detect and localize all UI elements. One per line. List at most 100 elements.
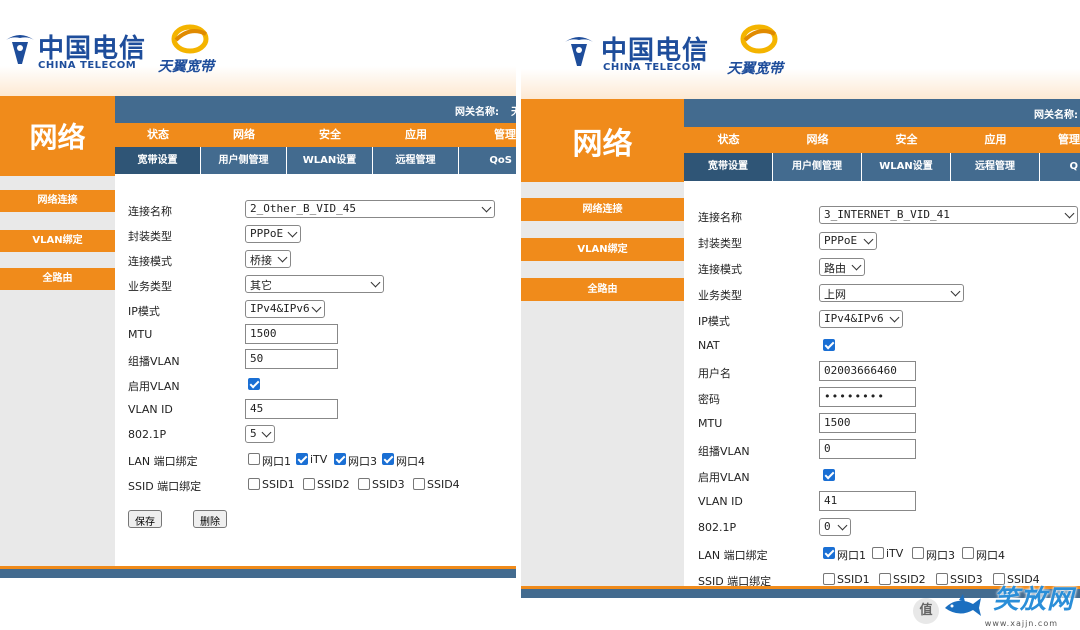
lan-itv-label: iTV <box>886 547 904 560</box>
ssid2-label: SSID2 <box>317 478 350 491</box>
chevron-down-icon <box>950 286 961 297</box>
footer-bar <box>0 566 516 578</box>
menu-security[interactable]: 安全 <box>862 127 951 153</box>
mcast-vlan-input[interactable]: 0 <box>819 439 916 459</box>
username-input[interactable]: 02003666460 <box>819 361 916 381</box>
menu-network[interactable]: 网络 <box>773 127 862 153</box>
sidebar: 网络连接 VLAN绑定 全路由 <box>521 182 684 586</box>
lan-itv-checkbox[interactable] <box>872 547 884 559</box>
enable-vlan-checkbox[interactable] <box>248 378 260 390</box>
ssid1-checkbox[interactable] <box>823 573 835 585</box>
mode-select[interactable]: 路由 <box>819 258 865 276</box>
mcast-vlan-label: 组播VLAN <box>698 445 750 458</box>
main-menu: 状态 网络 安全 应用 管理 <box>115 123 516 147</box>
enable-vlan-label: 启用VLAN <box>128 380 180 393</box>
menu-manage[interactable]: 管理 <box>459 123 516 147</box>
service-select[interactable]: 上网 <box>819 284 964 302</box>
ssid3-checkbox[interactable] <box>358 478 370 490</box>
tab-remote[interactable]: 远程管理 <box>373 147 459 174</box>
mtu-input[interactable]: 1500 <box>819 413 916 433</box>
lan-port4-label: 网口4 <box>976 549 1005 562</box>
menu-status[interactable]: 状态 <box>115 123 201 147</box>
chevron-down-icon <box>863 234 874 245</box>
chevron-down-icon <box>370 277 381 288</box>
tianyi-cn: 天翼宽带 <box>158 59 214 75</box>
conn-name-select[interactable]: 2_Other_B_VID_45 <box>245 200 495 218</box>
watermark-url: www.xajjn.com <box>984 619 1058 628</box>
connection-form: 连接名称 3_INTERNET_B_VID_41 封装类型 PPPoE 连接模式… <box>684 182 1080 588</box>
lan-port4-checkbox[interactable] <box>382 453 394 465</box>
watermark: 值 笑放网 www.xajjn.com <box>905 578 1080 630</box>
sidebar-item-network-connection[interactable]: 网络连接 <box>521 198 684 221</box>
conn-name-select[interactable]: 3_INTERNET_B_VID_41 <box>819 206 1078 224</box>
lan-itv-checkbox[interactable] <box>296 453 308 465</box>
menu-security[interactable]: 安全 <box>287 123 373 147</box>
lan-port1-checkbox[interactable] <box>248 453 260 465</box>
service-select[interactable]: 其它 <box>245 275 384 293</box>
mode-select[interactable]: 桥接 <box>245 250 291 268</box>
enable-vlan-checkbox[interactable] <box>823 469 835 481</box>
ssid4-checkbox[interactable] <box>413 478 425 490</box>
sidebar-item-network-connection[interactable]: 网络连接 <box>0 190 115 212</box>
mode-label: 连接模式 <box>128 255 172 268</box>
vlan-id-input[interactable]: 41 <box>819 491 916 511</box>
china-telecom-logo-icon <box>6 35 34 64</box>
ssid4-label: SSID4 <box>427 478 460 491</box>
chevron-down-icon <box>851 260 862 271</box>
lan-port3-checkbox[interactable] <box>334 453 346 465</box>
8021p-label: 802.1P <box>128 428 167 441</box>
tianyi-logo-icon <box>171 24 209 54</box>
lan-bind-label: LAN 端口绑定 <box>698 549 768 562</box>
logo-banner: 中国电信 CHINA TELECOM 天翼宽带 <box>521 0 1080 99</box>
mtu-input[interactable]: 1500 <box>245 324 338 344</box>
lan-port3-checkbox[interactable] <box>912 547 924 559</box>
ssid1-checkbox[interactable] <box>248 478 260 490</box>
menu-network[interactable]: 网络 <box>201 123 287 147</box>
china-telecom-logo-icon <box>565 37 593 66</box>
tab-user-side[interactable]: 用户侧管理 <box>773 153 862 181</box>
lan-port4-checkbox[interactable] <box>962 547 974 559</box>
menu-status[interactable]: 状态 <box>684 127 773 153</box>
sidebar-item-vlan-binding[interactable]: VLAN绑定 <box>0 230 115 252</box>
delete-button[interactable]: 删除 <box>193 510 227 528</box>
enable-vlan-label: 启用VLAN <box>698 471 750 484</box>
tab-wlan[interactable]: WLAN设置 <box>287 147 373 174</box>
ssid2-checkbox[interactable] <box>879 573 891 585</box>
menu-apps[interactable]: 应用 <box>373 123 459 147</box>
lan-port1-checkbox[interactable] <box>823 547 835 559</box>
mcast-vlan-input[interactable]: 50 <box>245 349 338 369</box>
sidebar-item-full-route[interactable]: 全路由 <box>521 278 684 301</box>
lan-itv-label: iTV <box>310 453 328 466</box>
logo-banner: 中国电信 CHINA TELECOM 天翼宽带 <box>0 0 516 96</box>
ip-mode-select[interactable]: IPv4&IPv6 <box>819 310 903 328</box>
vlan-id-input[interactable]: 45 <box>245 399 338 419</box>
encap-select[interactable]: PPPoE <box>819 232 877 250</box>
8021p-label: 802.1P <box>698 521 737 534</box>
8021p-select[interactable]: 5 <box>245 425 275 443</box>
8021p-select[interactable]: 0 <box>819 518 851 536</box>
lan-port1-label: 网口1 <box>262 455 291 468</box>
tab-qos[interactable]: QoS <box>459 147 516 174</box>
conn-name-label: 连接名称 <box>128 205 172 218</box>
lan-port4-label: 网口4 <box>396 455 425 468</box>
encap-select[interactable]: PPPoE <box>245 225 301 243</box>
sidebar-item-full-route[interactable]: 全路由 <box>0 268 115 290</box>
vlan-id-label: VLAN ID <box>128 403 173 416</box>
save-button[interactable]: 保存 <box>128 510 162 528</box>
menu-manage[interactable]: 管理 <box>1040 127 1080 153</box>
tab-wlan[interactable]: WLAN设置 <box>862 153 951 181</box>
ip-mode-select[interactable]: IPv4&IPv6 <box>245 300 325 318</box>
tab-remote[interactable]: 远程管理 <box>951 153 1040 181</box>
tab-user-side[interactable]: 用户侧管理 <box>201 147 287 174</box>
tab-qos[interactable]: Q <box>1040 153 1080 181</box>
tab-broadband[interactable]: 宽带设置 <box>684 153 773 181</box>
ssid2-checkbox[interactable] <box>303 478 315 490</box>
menu-apps[interactable]: 应用 <box>951 127 1040 153</box>
sidebar-item-vlan-binding[interactable]: VLAN绑定 <box>521 238 684 261</box>
nat-checkbox[interactable] <box>823 339 835 351</box>
main-menu: 状态 网络 安全 应用 管理 <box>684 127 1080 153</box>
tab-broadband[interactable]: 宽带设置 <box>115 147 201 174</box>
sub-menu: 宽带设置 用户侧管理 WLAN设置 远程管理 Q <box>684 153 1080 181</box>
ssid3-label: SSID3 <box>372 478 405 491</box>
password-input[interactable]: •••••••• <box>819 387 916 407</box>
